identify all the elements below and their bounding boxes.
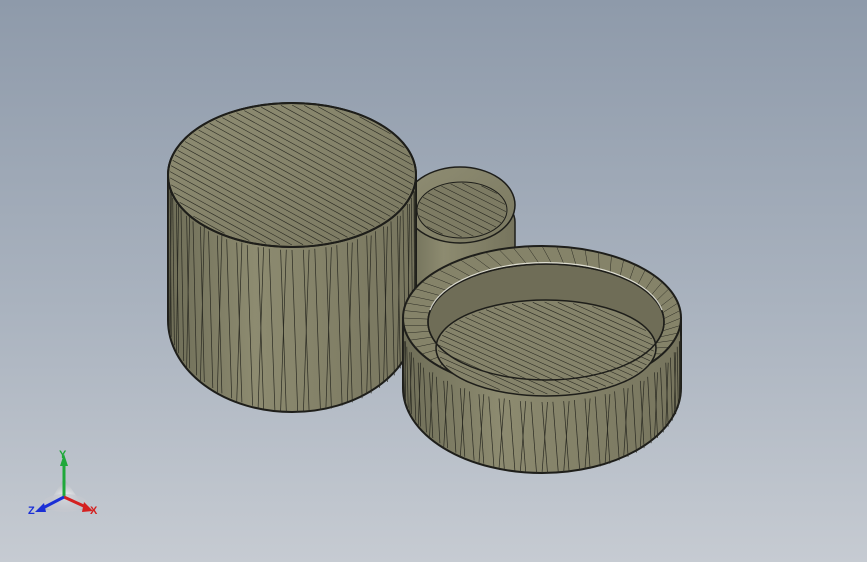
triad-z-label: Z: [28, 505, 35, 517]
graphics-viewport[interactable]: Y X Z: [0, 0, 867, 562]
triad-y-label: Y: [59, 449, 67, 461]
triad-x-label: X: [90, 505, 98, 517]
reference-triad[interactable]: [35, 454, 93, 512]
open-front-cup[interactable]: [402, 245, 682, 474]
model-canvas[interactable]: [0, 0, 867, 562]
tall-solid-cylinder[interactable]: [167, 102, 417, 413]
